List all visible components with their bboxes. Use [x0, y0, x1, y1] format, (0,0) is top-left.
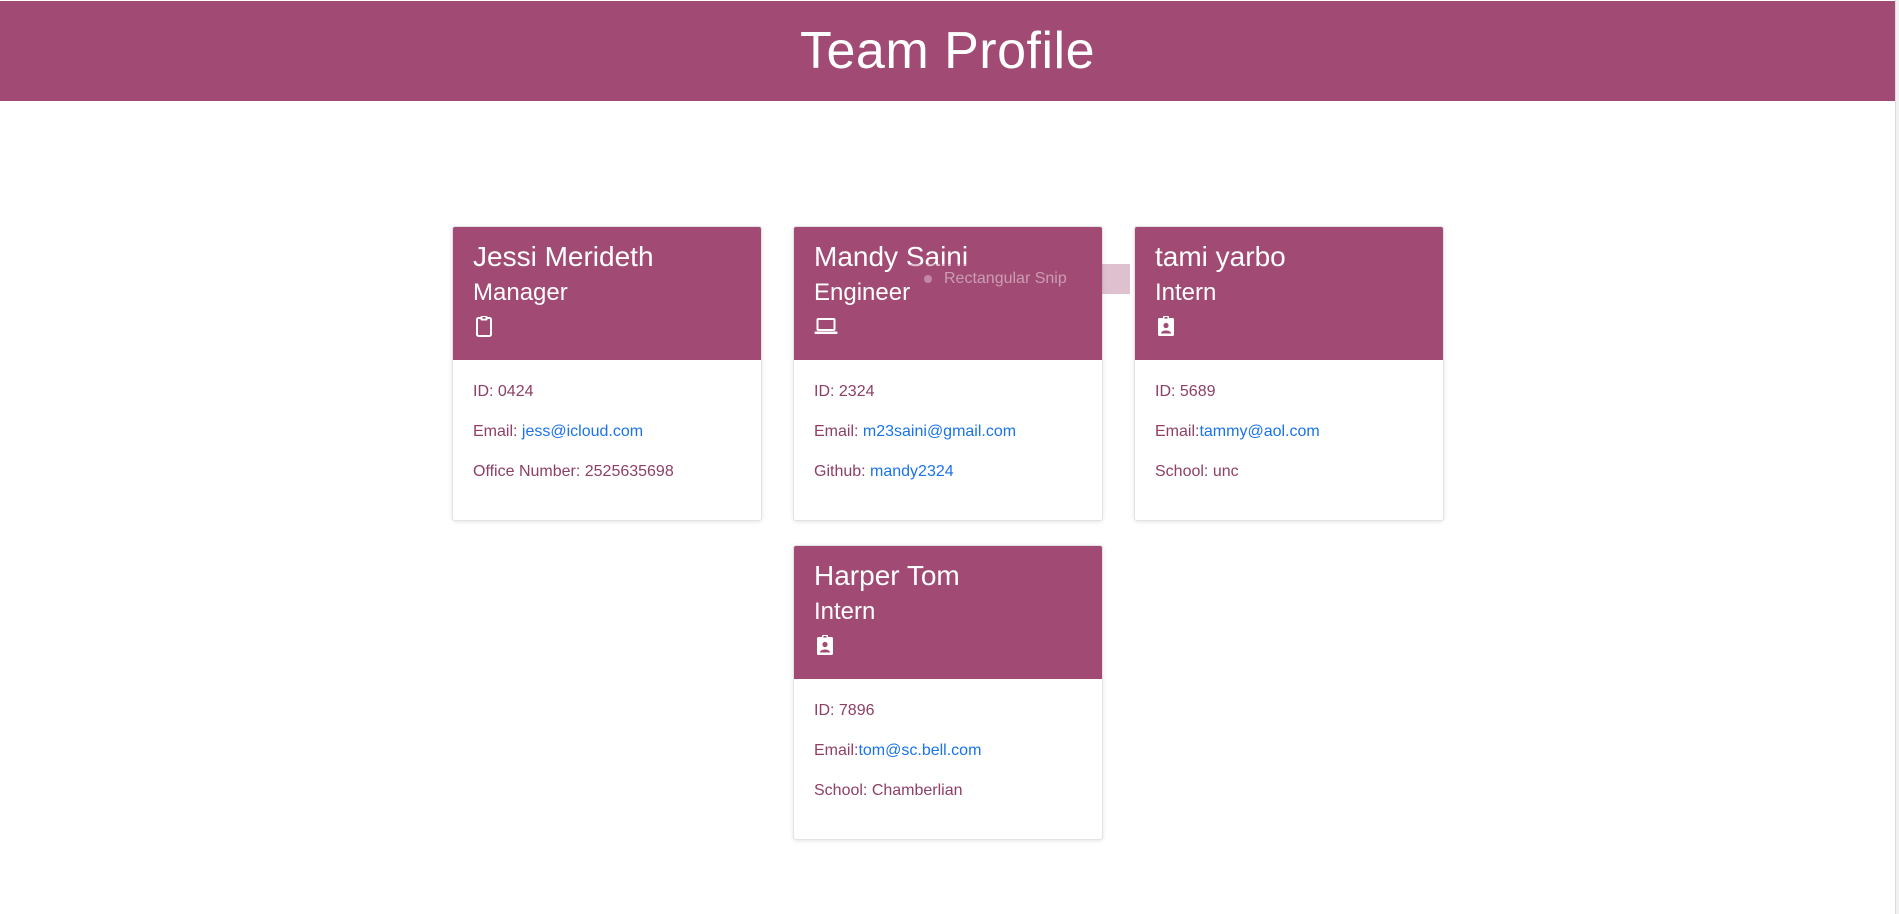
employee-card-intern: tami yarbo Intern ID: 5689 Email:tammy@a…: [1134, 226, 1444, 521]
page-header: Team Profile: [0, 1, 1895, 101]
employee-card-manager: Jessi Merideth Manager ID: 0424 Email: j…: [452, 226, 762, 521]
email-label: Email:: [1155, 423, 1200, 440]
github-label: Github:: [814, 463, 871, 480]
school: School: Chamberlian: [814, 782, 963, 799]
card-body: ID: 2324 Email: m23saini@gmail.com Githu…: [794, 360, 1102, 482]
vertical-scrollbar[interactable]: [1895, 0, 1899, 914]
employee-email-row: Email:tom@sc.bell.com: [814, 741, 1082, 761]
laptop-icon: [814, 315, 838, 337]
employee-email-row: Email: m23saini@gmail.com: [814, 422, 1082, 442]
employee-name: Mandy Saini: [814, 241, 969, 272]
card-header: Harper Tom Intern: [794, 546, 1102, 679]
id-badge-icon: [814, 634, 836, 656]
github-link[interactable]: mandy2324: [870, 463, 954, 480]
card-body: ID: 5689 Email:tammy@aol.com School: unc: [1135, 360, 1443, 482]
email-label: Email:: [814, 423, 863, 440]
clipboard-icon: [473, 315, 495, 337]
employee-id: ID: 2324: [814, 383, 875, 400]
email-link[interactable]: m23saini@gmail.com: [863, 423, 1016, 440]
email-link[interactable]: jess@icloud.com: [522, 423, 643, 440]
card-header: Mandy Saini Engineer: [794, 227, 1102, 360]
email-link[interactable]: tammy@aol.com: [1199, 423, 1319, 440]
employee-email-row: Email:tammy@aol.com: [1155, 422, 1423, 442]
employee-role: Intern: [814, 598, 876, 625]
employee-id: ID: 7896: [814, 702, 875, 719]
employee-name: Harper Tom: [814, 560, 960, 591]
email-label: Email:: [814, 742, 859, 759]
employee-email-row: Email: jess@icloud.com: [473, 422, 741, 442]
card-body: ID: 7896 Email:tom@sc.bell.com School: C…: [794, 679, 1102, 801]
school: School: unc: [1155, 463, 1239, 480]
team-profile-page: Team Profile Jessi Merideth Manager ID: …: [0, 0, 1899, 914]
employee-name: tami yarbo: [1155, 241, 1286, 272]
page-title: Team Profile: [800, 22, 1095, 80]
office-number: Office Number: 2525635698: [473, 463, 674, 480]
email-link[interactable]: tom@sc.bell.com: [858, 742, 981, 759]
email-label: Email:: [473, 423, 522, 440]
employee-role: Manager: [473, 279, 568, 306]
id-badge-icon: [1155, 315, 1177, 337]
github-row: Github: mandy2324: [814, 462, 1082, 482]
employee-role: Engineer: [814, 279, 911, 306]
card-body: ID: 0424 Email: jess@icloud.com Office N…: [453, 360, 761, 482]
employee-card-intern: Harper Tom Intern ID: 7896 Email:tom@sc.…: [793, 545, 1103, 840]
employee-id: ID: 0424: [473, 383, 534, 400]
employee-role: Intern: [1155, 279, 1217, 306]
card-header: Jessi Merideth Manager: [453, 227, 761, 360]
card-header: tami yarbo Intern: [1135, 227, 1443, 360]
employee-card-engineer: Mandy Saini Engineer ID: 2324 Email: m23…: [793, 226, 1103, 521]
employee-name: Jessi Merideth: [473, 241, 654, 272]
employee-id: ID: 5689: [1155, 383, 1216, 400]
